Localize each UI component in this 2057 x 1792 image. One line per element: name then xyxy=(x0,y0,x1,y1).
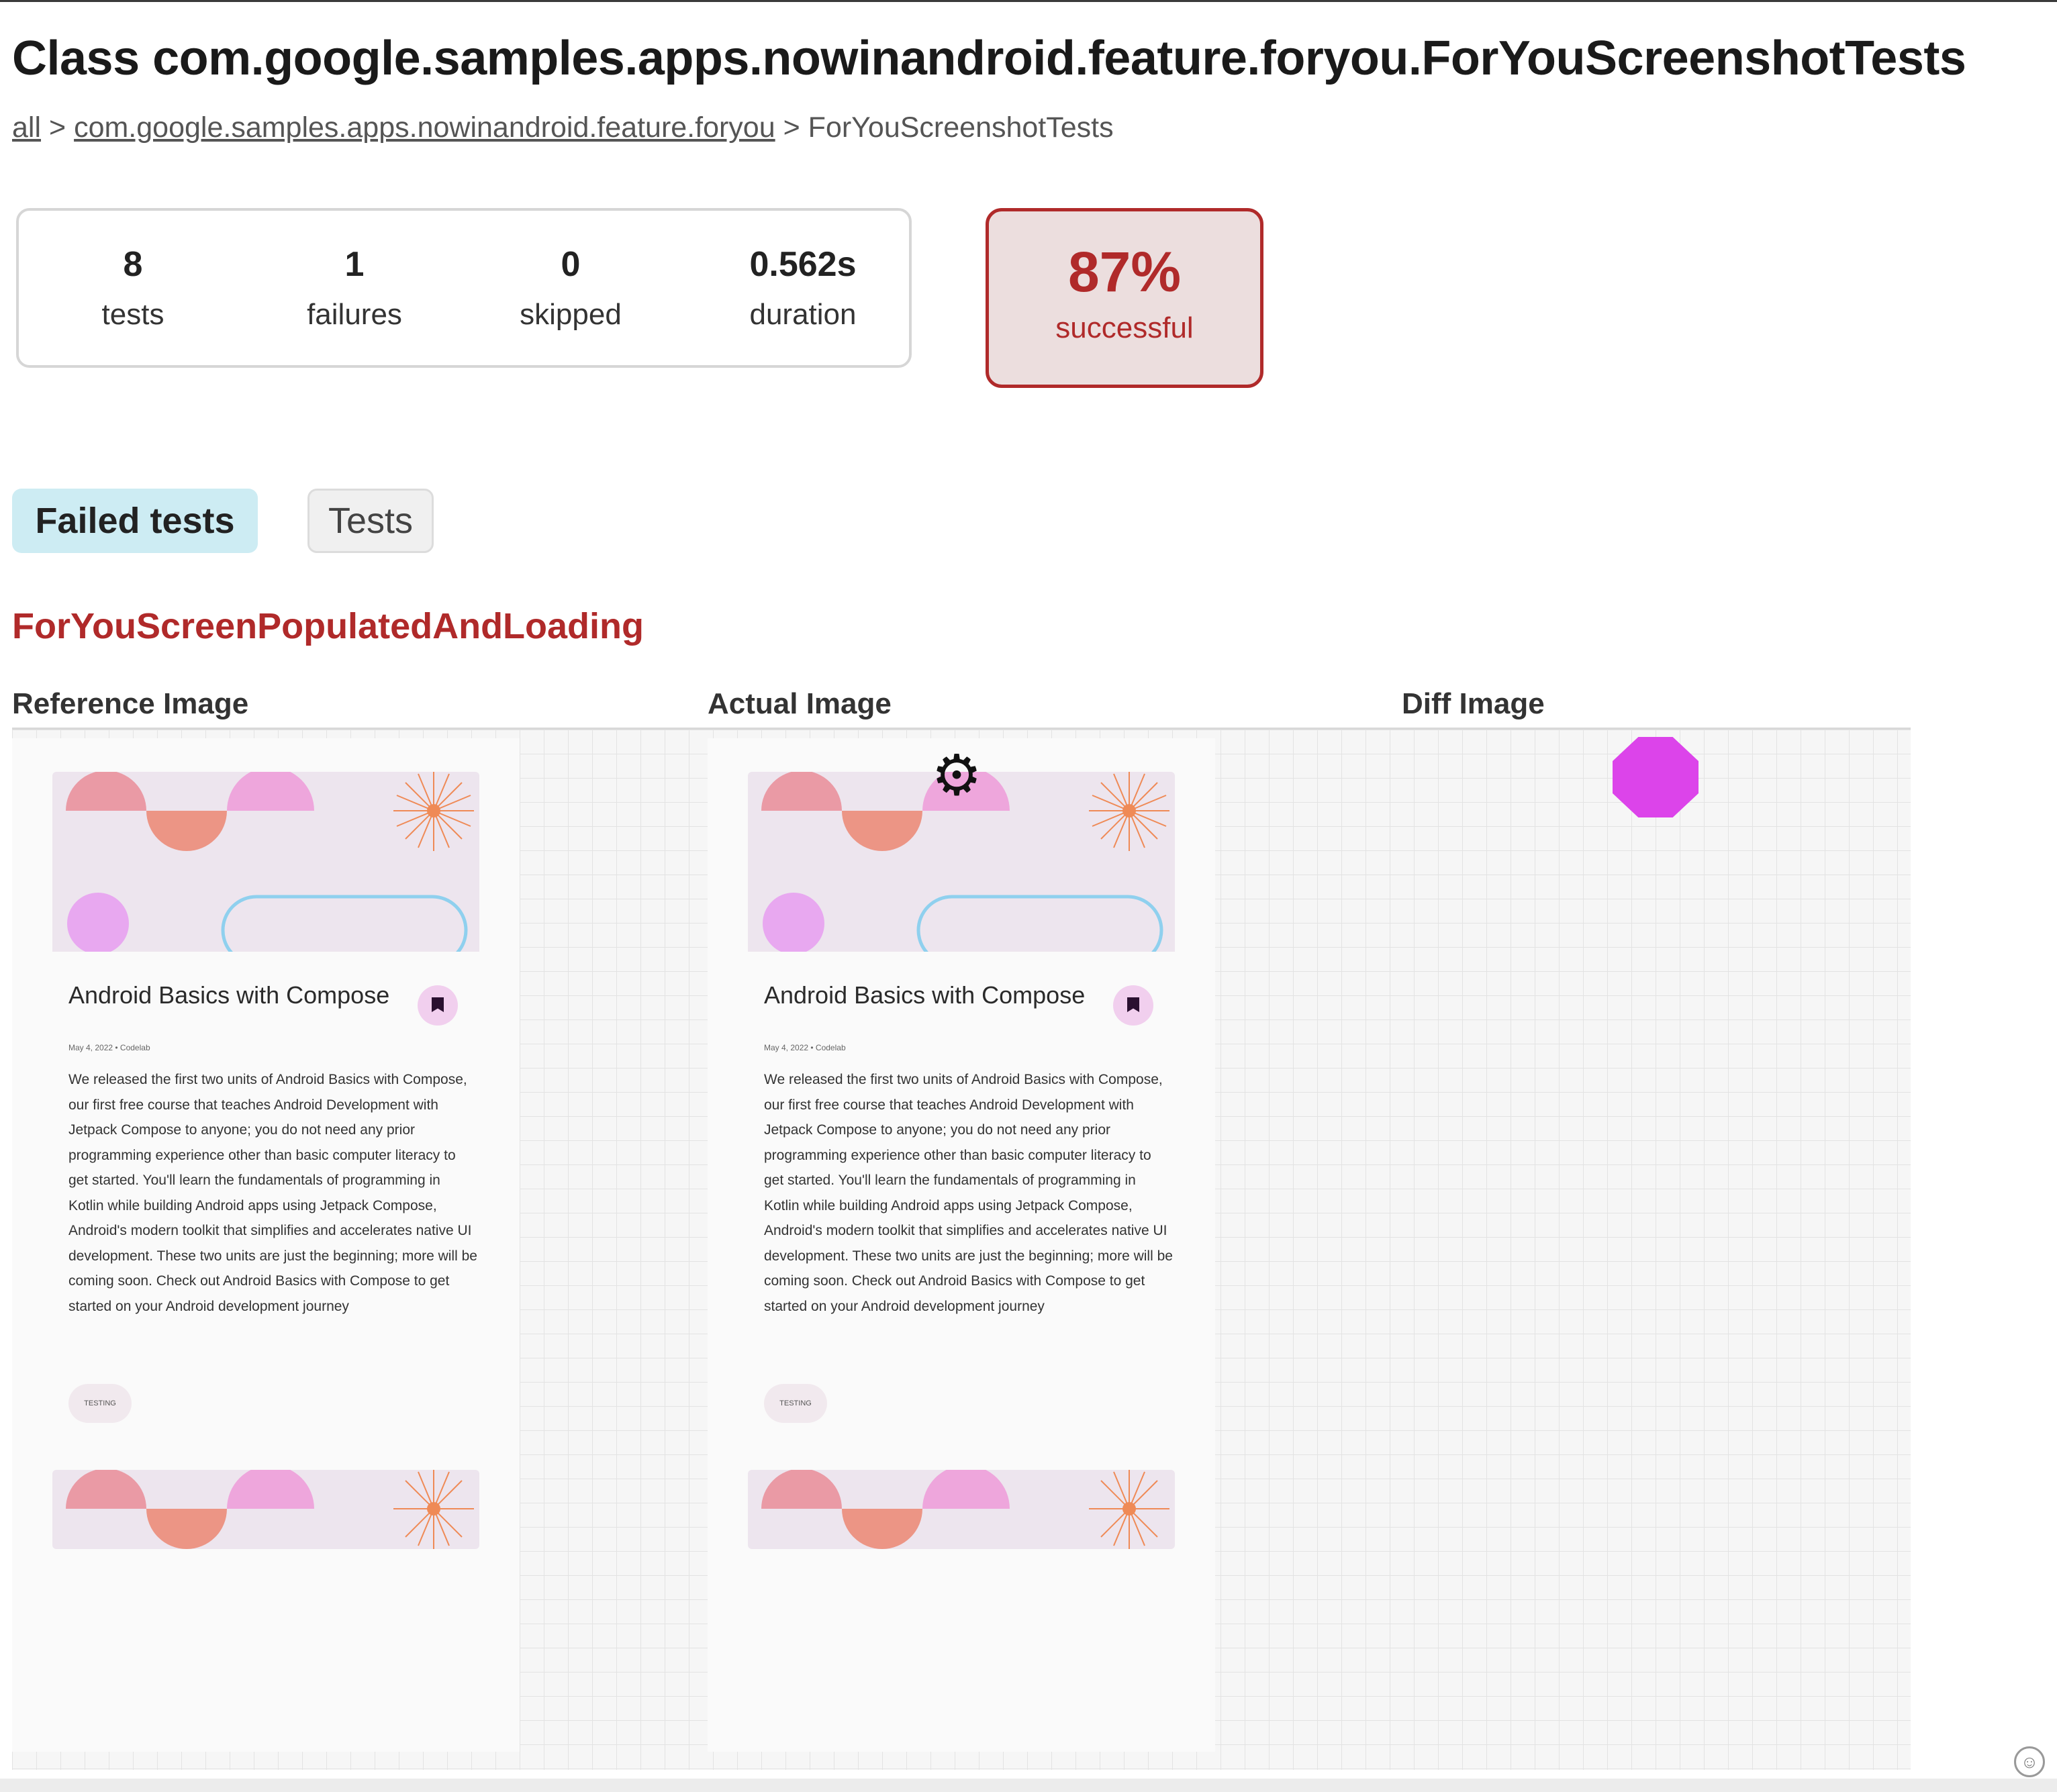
card-banner-art xyxy=(66,772,474,952)
success-rate-value: 87% xyxy=(1067,240,1182,303)
bottom-bar xyxy=(0,1779,2057,1792)
breadcrumb-separator: > xyxy=(783,111,800,144)
card-banner-art xyxy=(761,1470,1169,1549)
bookmark-icon[interactable] xyxy=(1113,985,1153,1026)
card-title: Android Basics with Compose xyxy=(764,981,1086,1009)
diff-image-label: Diff Image xyxy=(1402,687,1545,720)
tab-tests[interactable]: Tests xyxy=(307,489,434,553)
top-border xyxy=(0,0,2057,2)
success-rate-box: 87% successful xyxy=(986,208,1263,388)
counter-skipped: 0 skipped xyxy=(483,244,658,332)
breadcrumb-separator: > xyxy=(48,111,66,144)
bookmark-icon[interactable] xyxy=(418,985,458,1026)
counter-label: skipped xyxy=(520,298,622,331)
counter-value: 0.562s xyxy=(749,245,857,284)
counter-failures: 1 failures xyxy=(267,244,442,332)
feedback-icon[interactable]: ☺ xyxy=(2014,1746,2045,1777)
card-date: May 4, 2022 • Codelab xyxy=(764,1043,846,1052)
summary-box: 8 tests 1 failures 0 skipped 0.562s dura… xyxy=(16,208,912,368)
reference-image: Android Basics with Compose May 4, 2022 … xyxy=(12,738,520,1752)
counter-tests: 8 tests xyxy=(46,244,220,332)
counter-label: tests xyxy=(101,298,164,331)
card-description: We released the first two units of Andro… xyxy=(68,1072,477,1314)
success-rate-label: successful xyxy=(1055,311,1194,344)
breadcrumb-current: ForYouScreenshotTests xyxy=(808,111,1114,144)
card-header-image xyxy=(748,1470,1175,1549)
breadcrumb: all > com.google.samples.apps.nowinandro… xyxy=(12,111,1114,144)
reference-image-label: Reference Image xyxy=(12,687,249,720)
counter-value: 0 xyxy=(561,245,581,284)
card-header-image xyxy=(52,772,479,952)
counter-label: duration xyxy=(749,298,857,331)
card-description: We released the first two units of Andro… xyxy=(764,1072,1173,1314)
tab-failed-tests[interactable]: Failed tests xyxy=(12,489,258,553)
counter-duration: 0.562s duration xyxy=(716,244,890,332)
counter-value: 8 xyxy=(123,245,143,284)
actual-image: Android Basics with Compose May 4, 2022 … xyxy=(708,738,1215,1752)
card-date: May 4, 2022 • Codelab xyxy=(68,1043,150,1052)
breadcrumb-all-link[interactable]: all xyxy=(12,111,41,144)
card-header-image xyxy=(52,1470,479,1549)
failed-test-name: ForYouScreenPopulatedAndLoading xyxy=(12,606,644,646)
counter-value: 1 xyxy=(344,245,365,284)
loading-gear-icon: ⚙ xyxy=(931,744,982,807)
page-title: Class com.google.samples.apps.nowinandro… xyxy=(12,32,1966,85)
card-banner-art xyxy=(66,1470,474,1549)
actual-image-label: Actual Image xyxy=(708,687,892,720)
topic-chip[interactable]: TESTING xyxy=(68,1384,132,1423)
breadcrumb-package-link[interactable]: com.google.samples.apps.nowinandroid.fea… xyxy=(74,111,775,144)
topic-chip[interactable]: TESTING xyxy=(764,1384,827,1423)
counter-label: failures xyxy=(307,298,402,331)
card-title: Android Basics with Compose xyxy=(68,981,390,1009)
